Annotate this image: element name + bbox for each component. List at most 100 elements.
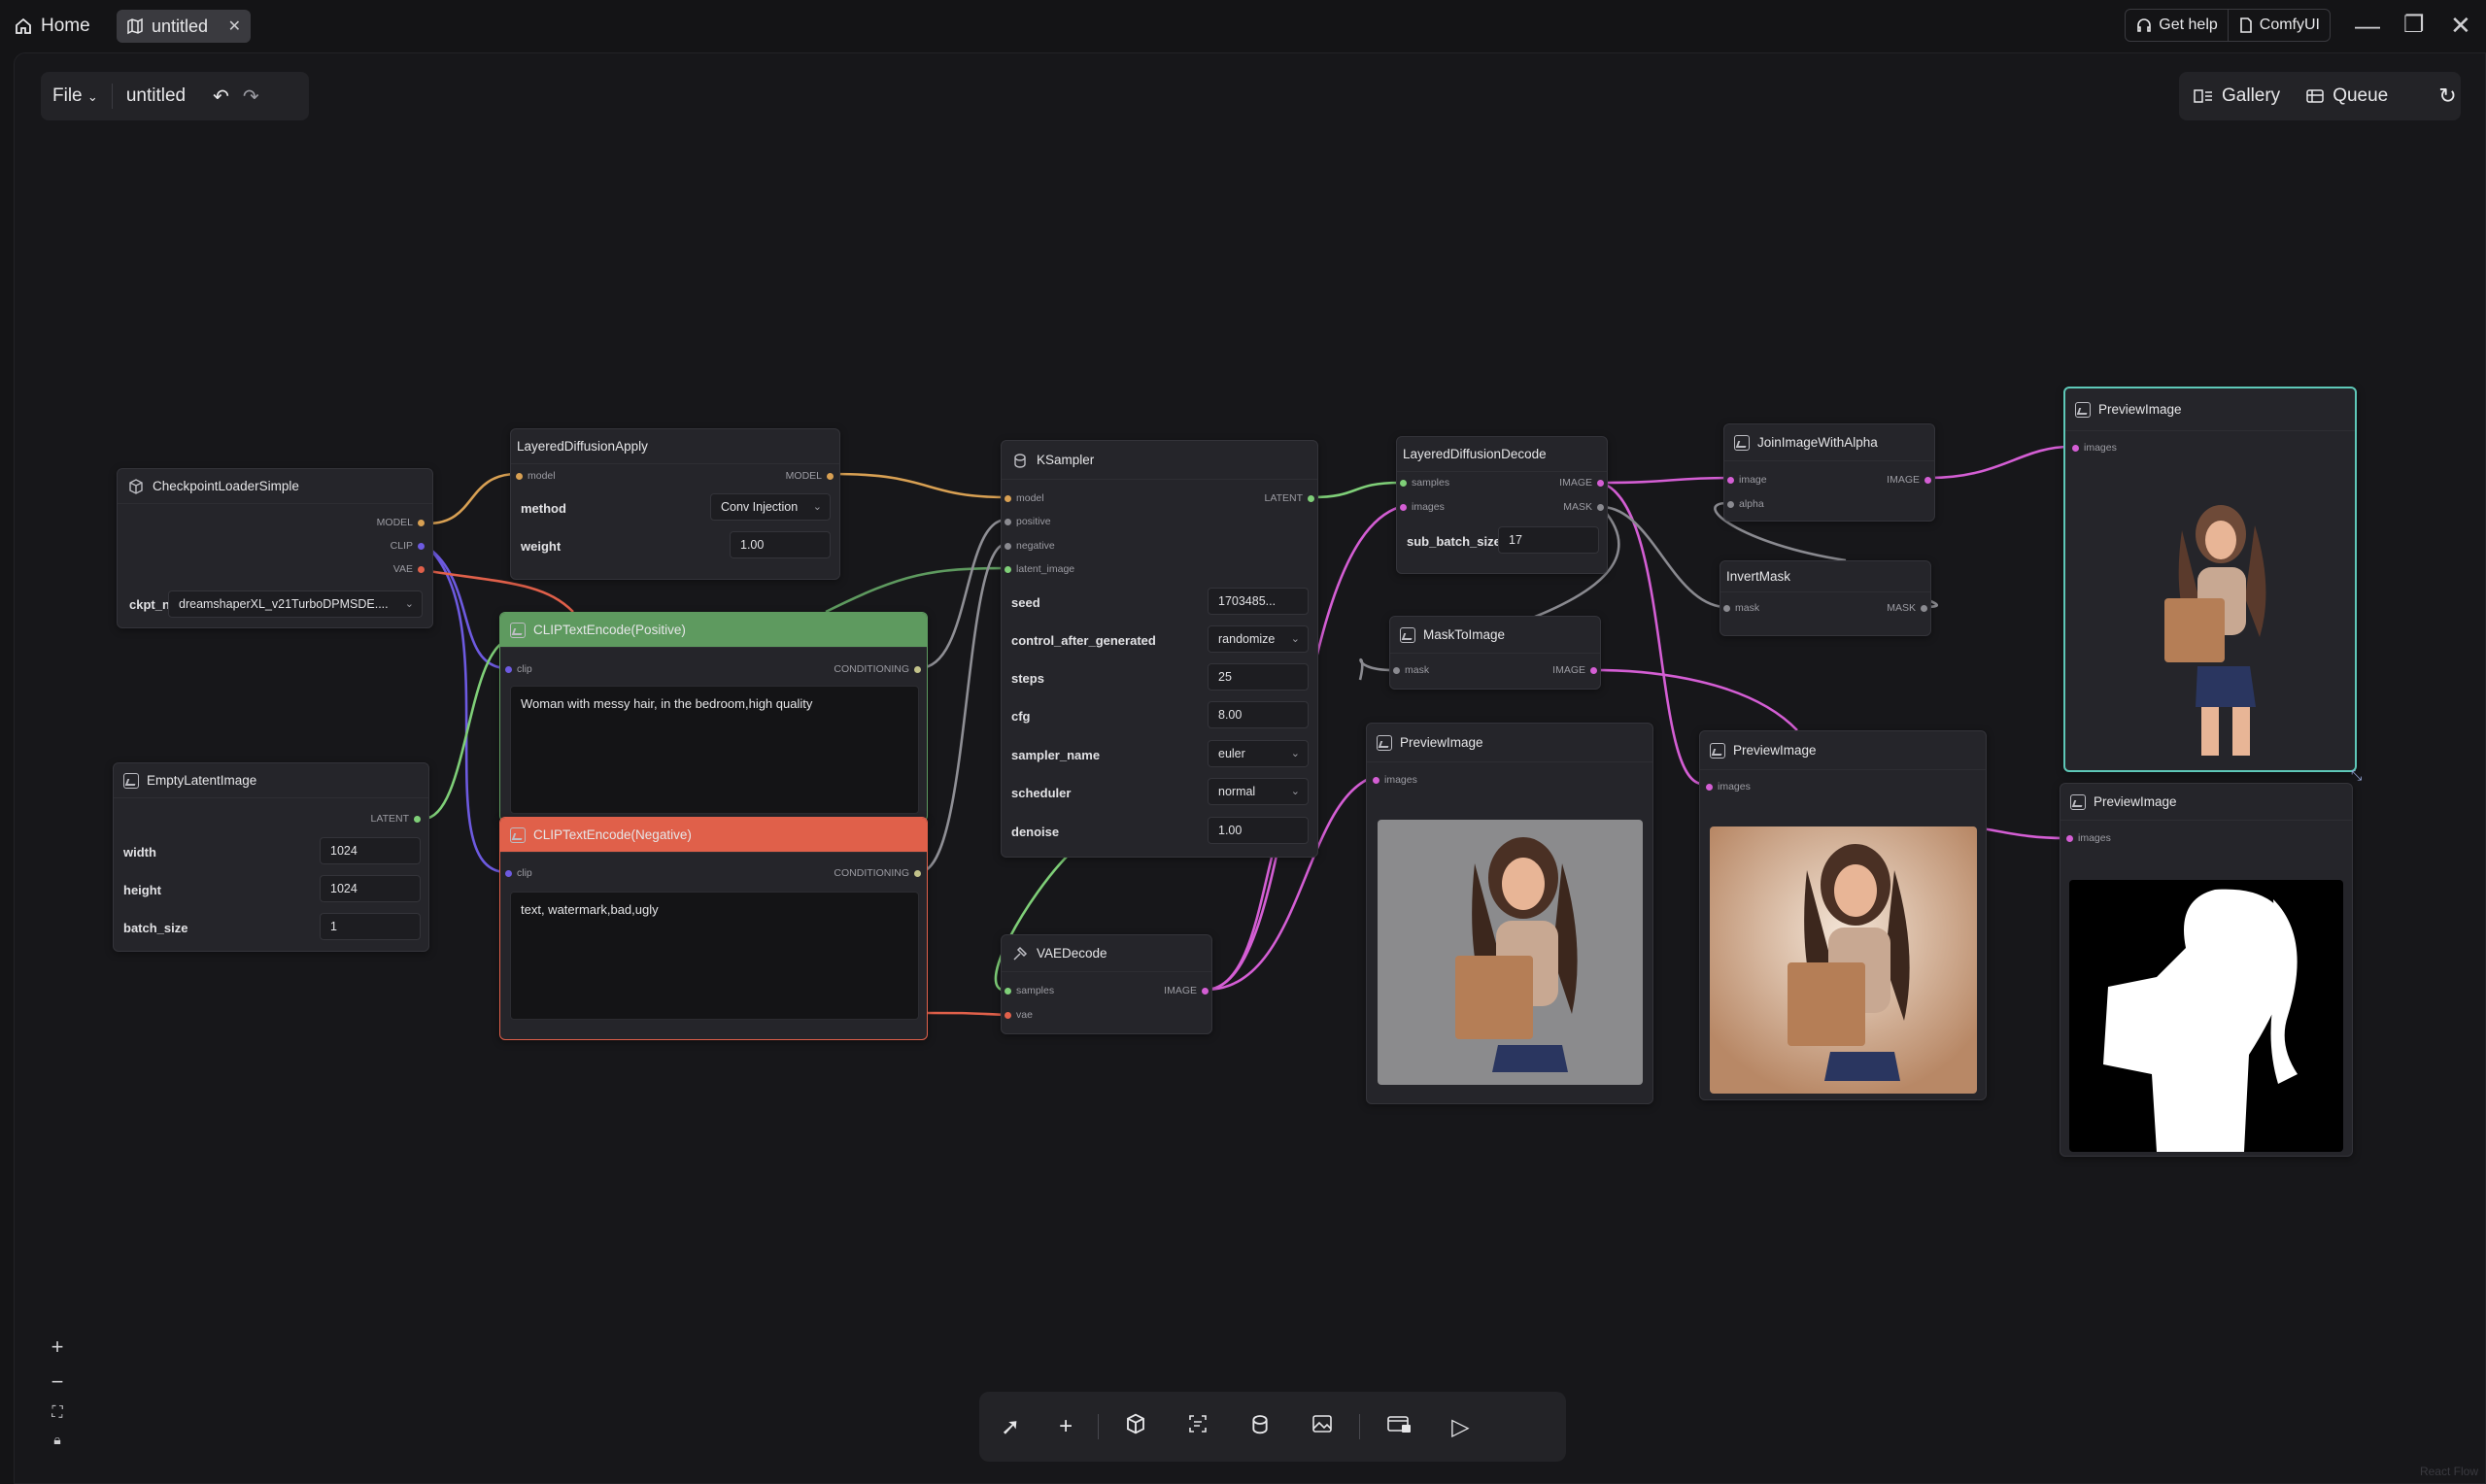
comfyui-button[interactable]: ComfyUI: [2227, 10, 2330, 41]
control-after-generated-select[interactable]: randomize ⌄: [1208, 625, 1309, 653]
model-node-icon[interactable]: [1124, 1412, 1147, 1442]
workflow-tab[interactable]: untitled ✕: [117, 10, 251, 43]
cfg-input[interactable]: 8.00: [1208, 701, 1309, 728]
home-tab[interactable]: Home: [14, 12, 90, 41]
node-ksampler[interactable]: KSampler model positive negative latent_…: [1001, 440, 1318, 858]
input-clip[interactable]: clip: [505, 663, 532, 675]
width-input[interactable]: 1024: [320, 837, 421, 864]
close-tab-icon[interactable]: ✕: [228, 17, 241, 36]
run-icon[interactable]: ▷: [1451, 1413, 1469, 1441]
batch-size-input[interactable]: 1: [320, 913, 421, 940]
input-image[interactable]: image: [1727, 474, 1767, 486]
react-flow-attribution[interactable]: React Flow: [2420, 1465, 2478, 1478]
output-latent[interactable]: LATENT: [371, 813, 421, 825]
slot-label: positive: [1016, 516, 1051, 527]
output-image[interactable]: IMAGE: [1164, 985, 1209, 996]
queue-button[interactable]: Queue: [2305, 85, 2388, 107]
lock-icon[interactable]: 🔒︎: [53, 1432, 60, 1448]
node-clip-negative[interactable]: CLIPTextEncode(Negative) clip CONDITIONI…: [499, 817, 928, 1040]
slot-label: model: [1016, 492, 1044, 504]
node-layered-diffusion-decode[interactable]: LayeredDiffusionDecode samples images IM…: [1396, 436, 1608, 574]
undo-icon[interactable]: ↶: [213, 84, 229, 109]
input-negative[interactable]: negative: [1005, 540, 1055, 552]
input-alpha[interactable]: alpha: [1727, 498, 1764, 510]
output-image[interactable]: IMAGE: [1552, 664, 1597, 676]
window-close-icon[interactable]: ✕: [2450, 12, 2471, 39]
sampler-tool-icon[interactable]: [1248, 1412, 1272, 1442]
add-node-icon[interactable]: +: [1059, 1413, 1073, 1440]
scheduler-select[interactable]: normal ⌄: [1208, 778, 1309, 805]
slot-label: IMAGE: [1164, 985, 1197, 996]
denoise-input[interactable]: 1.00: [1208, 817, 1309, 844]
node-invert-mask[interactable]: InvertMask mask MASK: [1720, 560, 1931, 636]
image-tool-icon[interactable]: [1311, 1412, 1334, 1442]
input-images[interactable]: images: [2066, 832, 2111, 844]
zoom-in-icon[interactable]: +: [51, 1334, 64, 1360]
refresh-icon[interactable]: ↻: [2438, 84, 2456, 109]
seed-input[interactable]: 1703485...: [1208, 588, 1309, 615]
node-preview-image-composite[interactable]: PreviewImage images: [2063, 387, 2357, 772]
gallery-button[interactable]: Gallery: [2193, 85, 2280, 107]
input-samples[interactable]: samples: [1400, 477, 1449, 489]
input-vae[interactable]: vae: [1005, 1009, 1033, 1021]
weight-input[interactable]: 1.00: [730, 531, 831, 558]
output-image[interactable]: IMAGE: [1559, 477, 1604, 489]
height-input[interactable]: 1024: [320, 875, 421, 902]
input-images[interactable]: images: [1373, 774, 1417, 786]
slot-label: IMAGE: [1887, 474, 1920, 486]
output-mask[interactable]: MASK: [1563, 501, 1604, 513]
node-mask-to-image[interactable]: MaskToImage mask IMAGE: [1389, 616, 1601, 690]
output-vae[interactable]: VAE: [393, 563, 425, 575]
input-model[interactable]: model: [1005, 492, 1044, 504]
fit-view-icon[interactable]: ⛶: [51, 1404, 62, 1422]
workflow-name[interactable]: untitled: [126, 85, 186, 107]
input-images[interactable]: images: [1706, 781, 1751, 793]
node-vae-decode[interactable]: VAEDecode samples vae IMAGE: [1001, 934, 1212, 1034]
input-mask[interactable]: mask: [1393, 664, 1429, 676]
positive-prompt-textarea[interactable]: Woman with messy hair, in the bedroom,hi…: [510, 686, 919, 814]
input-samples[interactable]: samples: [1005, 985, 1054, 996]
zoom-out-icon[interactable]: −: [51, 1369, 64, 1395]
minimize-icon[interactable]: —: [2355, 12, 2380, 39]
method-select[interactable]: Conv Injection ⌄: [710, 493, 831, 521]
get-help-button[interactable]: Get help: [2126, 10, 2227, 41]
output-conditioning[interactable]: CONDITIONING: [834, 663, 921, 675]
node-empty-latent[interactable]: EmptyLatentImage LATENT width 1024 heigh…: [113, 762, 429, 952]
output-conditioning[interactable]: CONDITIONING: [834, 867, 921, 879]
redo-icon[interactable]: ↷: [243, 84, 259, 109]
input-clip[interactable]: clip: [505, 867, 532, 879]
text-encode-icon[interactable]: [1186, 1412, 1209, 1442]
steps-input[interactable]: 25: [1208, 663, 1309, 691]
output-latent[interactable]: LATENT: [1265, 492, 1314, 504]
restore-icon[interactable]: ❐: [2403, 12, 2425, 39]
input-latent-image[interactable]: latent_image: [1005, 563, 1074, 575]
input-model[interactable]: model: [516, 470, 556, 482]
file-menu[interactable]: File ⌄: [52, 85, 98, 107]
input-images[interactable]: images: [1400, 501, 1445, 513]
node-preview-image-mask-rgb[interactable]: PreviewImage images: [1366, 723, 1653, 1104]
sampler-name-select[interactable]: euler ⌄: [1208, 740, 1309, 767]
input-positive[interactable]: positive: [1005, 516, 1051, 527]
node-checkpoint-loader[interactable]: CheckpointLoaderSimple MODEL CLIP VAE ck…: [117, 468, 433, 628]
node-title: CLIPTextEncode(Positive): [533, 623, 686, 637]
node-clip-positive[interactable]: CLIPTextEncode(Positive) clip CONDITIONI…: [499, 612, 928, 822]
resize-handle-icon[interactable]: ⤡: [2351, 767, 2362, 784]
ckpt-name-select[interactable]: dreamshaperXL_v21TurboDPMSDE.... ⌄: [168, 590, 423, 618]
divider: [111, 84, 113, 109]
node-join-image-with-alpha[interactable]: JoinImageWithAlpha image alpha IMAGE: [1723, 423, 1935, 522]
output-mask[interactable]: MASK: [1887, 602, 1927, 614]
output-model[interactable]: MODEL: [786, 470, 834, 482]
output-model[interactable]: MODEL: [377, 517, 425, 528]
sub-batch-size-input[interactable]: 17: [1498, 526, 1599, 554]
slot-label: alpha: [1739, 498, 1764, 510]
input-images[interactable]: images: [2072, 442, 2117, 454]
output-image[interactable]: IMAGE: [1887, 474, 1931, 486]
select-tool-icon[interactable]: ➚: [1001, 1413, 1020, 1441]
credits-icon[interactable]: [1385, 1412, 1413, 1442]
output-clip[interactable]: CLIP: [391, 540, 425, 552]
negative-prompt-textarea[interactable]: text, watermark,bad,ugly: [510, 892, 919, 1020]
node-preview-image-decoded[interactable]: PreviewImage images: [1699, 730, 1987, 1100]
node-preview-image-alpha[interactable]: PreviewImage images: [2060, 783, 2353, 1157]
node-layered-diffusion-apply[interactable]: LayeredDiffusionApply model MODEL method…: [510, 428, 840, 580]
input-mask[interactable]: mask: [1723, 602, 1759, 614]
